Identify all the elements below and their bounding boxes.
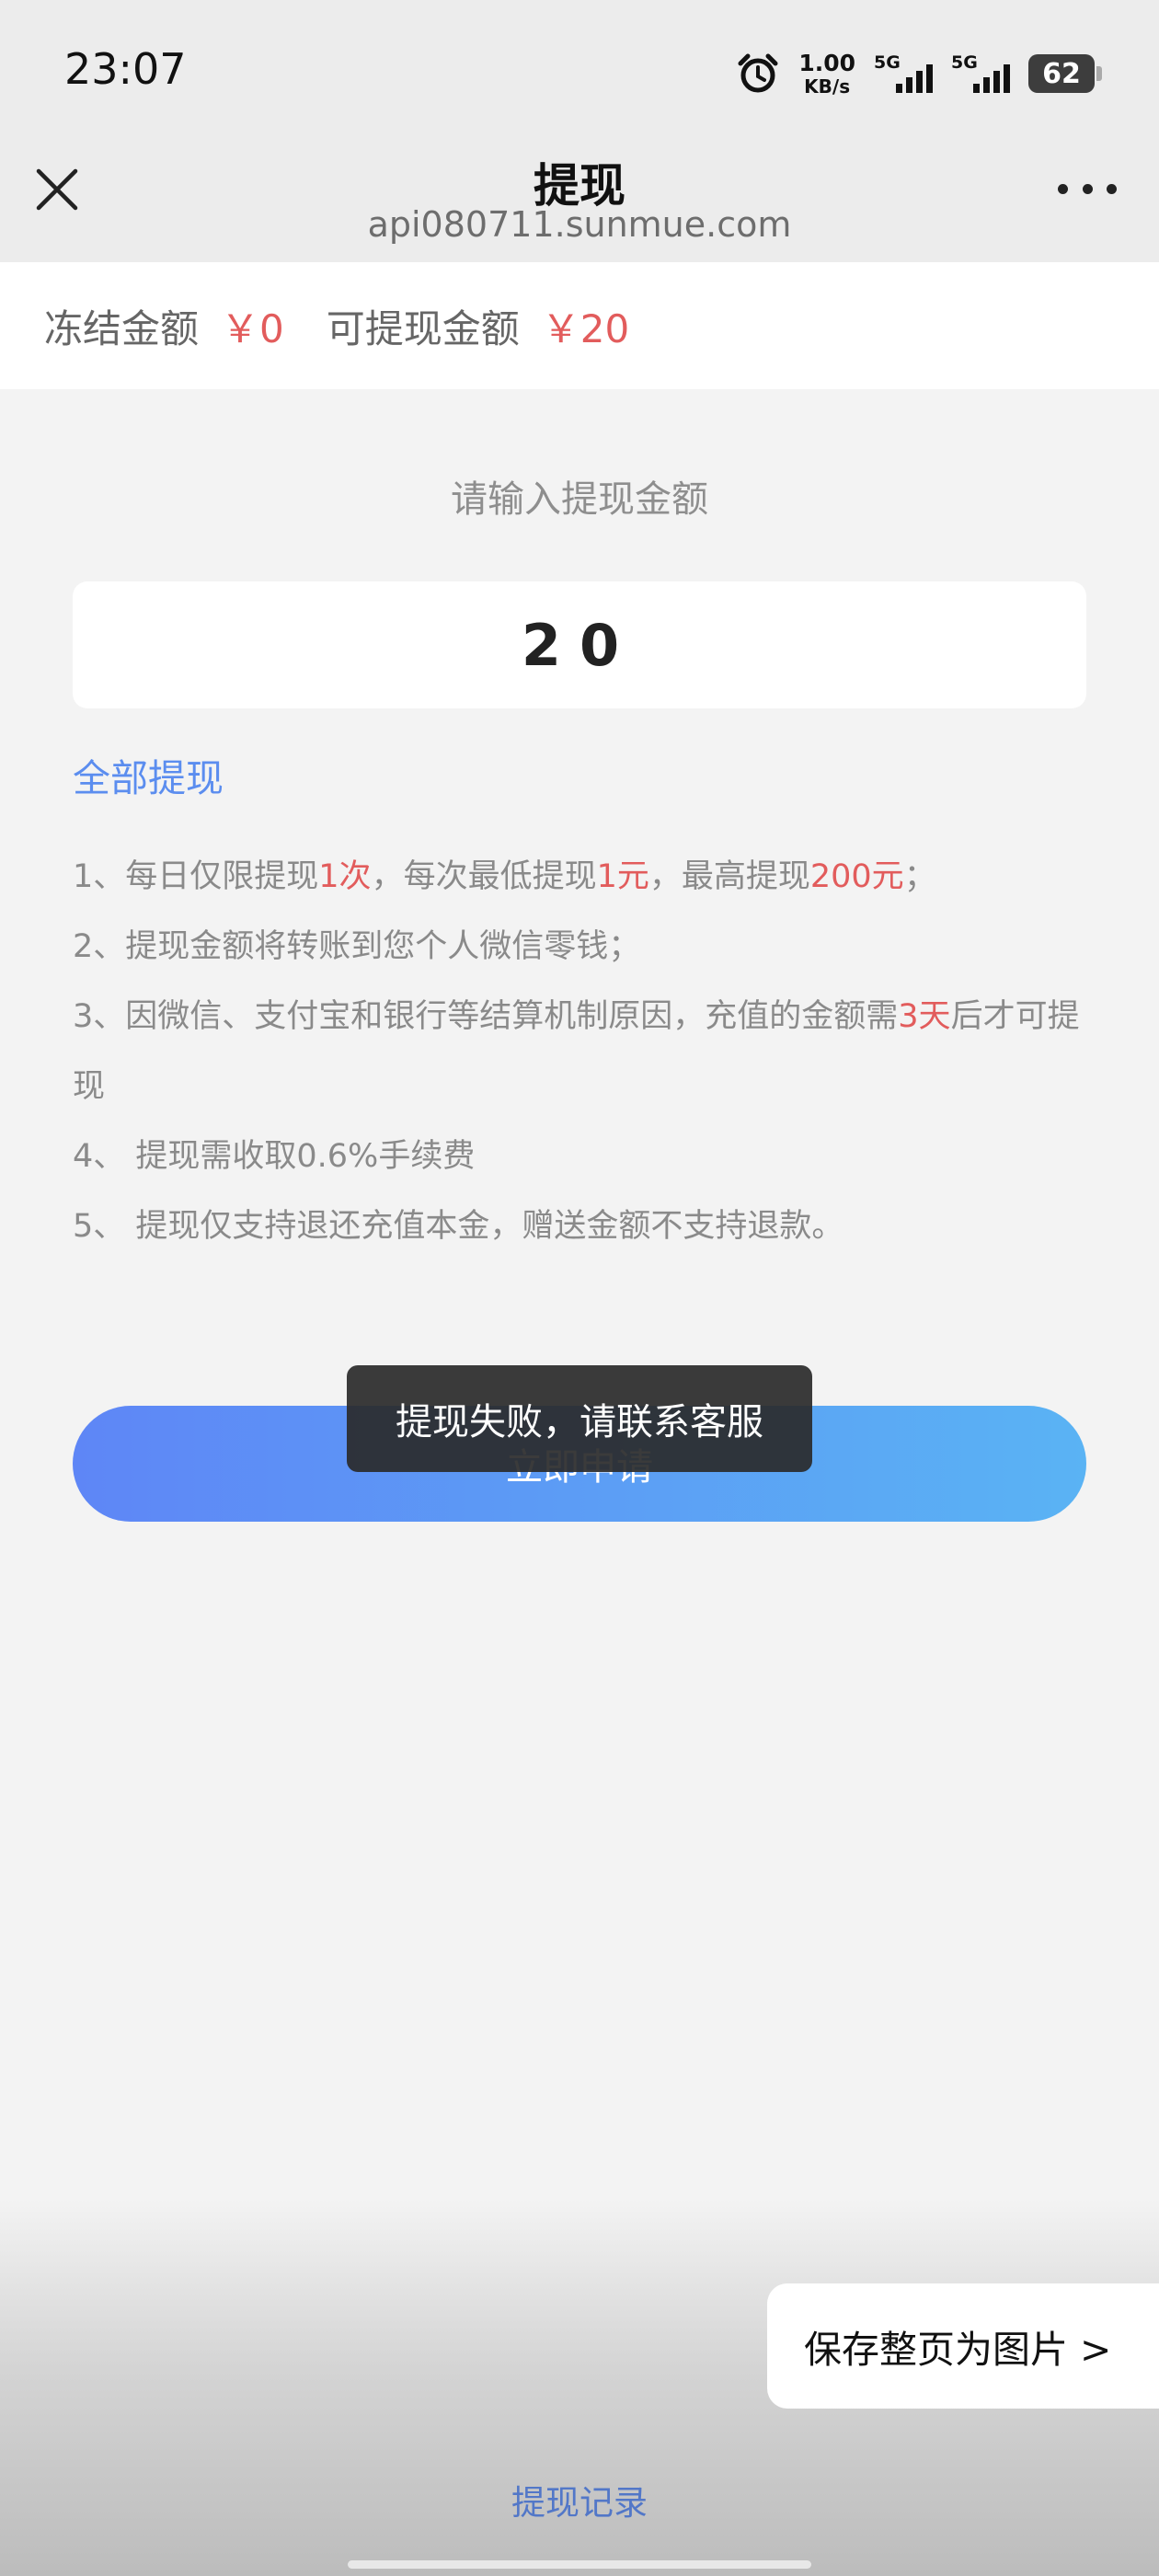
signal-icon: 5G: [951, 51, 1010, 97]
rule-item: 2、提现金额将转账到您个人微信零钱；: [73, 912, 1094, 982]
withdraw-amount-input[interactable]: [73, 581, 1086, 708]
error-toast: 提现失败，请联系客服: [347, 1365, 812, 1472]
rule-text: 3、因微信、支付宝和银行等结算机制原因，充值的金额需: [73, 998, 899, 1035]
available-amount-value: ￥20: [541, 305, 630, 351]
rule-highlight: 1次: [318, 858, 372, 895]
network-speed-value: 1.00: [798, 50, 855, 76]
withdraw-rules: 1、每日仅限提现1次，每次最低提现1元，最高提现200元； 2、提现金额将转账到您…: [73, 842, 1094, 1261]
available-amount-label: 可提现金额: [326, 305, 520, 351]
network-speed: 1.00 KB/s: [798, 52, 855, 96]
rule-text: ；: [903, 858, 936, 895]
frozen-amount-label: 冻结金额: [44, 305, 200, 351]
save-page-as-image-button[interactable]: 保存整页为图片 >: [767, 2283, 1159, 2409]
status-bar: 23:07 1.00 KB/s 5G 5G 62: [0, 0, 1159, 147]
home-indicator: [348, 2560, 811, 2569]
rule-text: ，每次最低提现: [371, 858, 597, 895]
battery-icon: 62: [1028, 54, 1102, 93]
more-icon[interactable]: [1058, 175, 1117, 202]
amount-prompt: 请输入提现金额: [451, 478, 708, 521]
rule-text: 5、 提现仅支持退还充值本金，赠送金额不支持退款。: [73, 1208, 844, 1245]
frozen-amount-value: ￥0: [221, 305, 284, 351]
rule-text: 1、每日仅限提现: [73, 858, 319, 895]
rule-text: ，最高提现: [648, 858, 810, 895]
balance-bar: 冻结金额 ￥0 可提现金额 ￥20: [0, 262, 1159, 389]
nav-bar: 提现 api080711.sunmue.com: [0, 147, 1159, 262]
rule-item: 4、 提现需收取0.6%手续费: [73, 1121, 1094, 1191]
page-url: api080711.sunmue.com: [367, 204, 792, 245]
page: 23:07 1.00 KB/s 5G 5G 62 提现 api080711.su…: [0, 0, 1159, 2576]
alarm-icon: [738, 53, 778, 93]
rule-item: 3、因微信、支付宝和银行等结算机制原因，充值的金额需3天后才可提现: [73, 982, 1094, 1121]
withdraw-all-link[interactable]: 全部提现: [73, 747, 224, 802]
network-speed-unit: KB/s: [804, 75, 851, 98]
rule-text: 2、提现金额将转账到您个人微信零钱；: [73, 928, 641, 965]
battery-level: 62: [1042, 57, 1081, 90]
rule-highlight: 1元: [596, 858, 649, 895]
rule-item: 1、每日仅限提现1次，每次最低提现1元，最高提现200元；: [73, 842, 1094, 912]
signal-icon: 5G: [874, 51, 933, 97]
withdraw-records-link[interactable]: 提现记录: [0, 2475, 1159, 2524]
rule-highlight: 3天: [898, 998, 951, 1035]
rule-text: 4、 提现需收取0.6%手续费: [73, 1138, 476, 1175]
status-icons: 1.00 KB/s 5G 5G 62: [736, 46, 1102, 101]
rule-highlight: 200元: [809, 858, 904, 895]
status-time: 23:07: [64, 44, 187, 94]
rule-item: 5、 提现仅支持退还充值本金，赠送金额不支持退款。: [73, 1191, 1094, 1261]
